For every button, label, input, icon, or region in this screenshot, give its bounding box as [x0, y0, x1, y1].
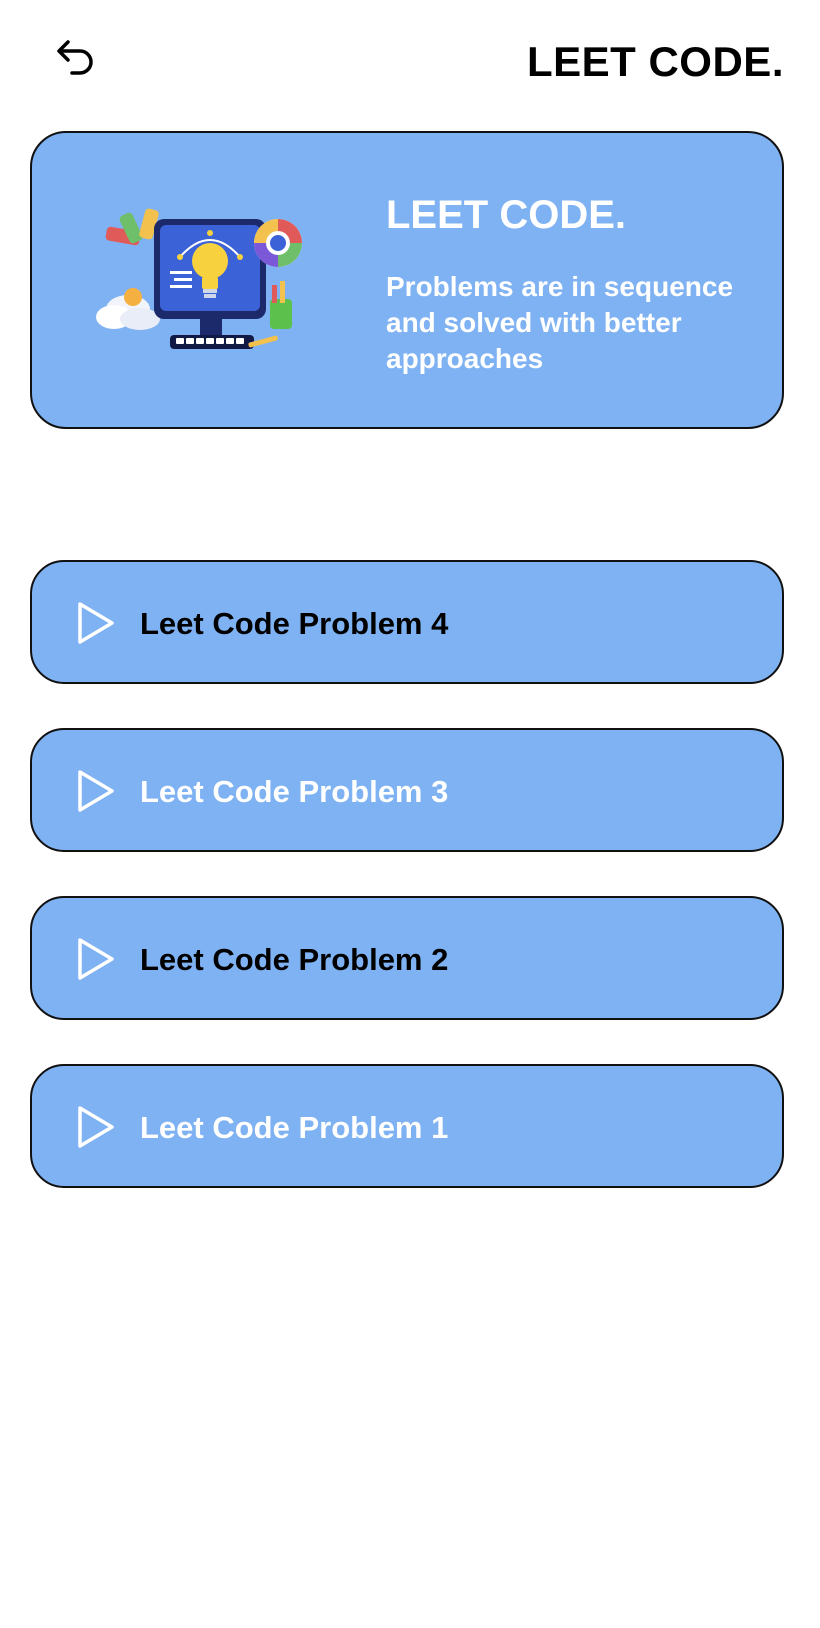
problem-label: Leet Code Problem 3 [140, 774, 449, 809]
page-title: LEET CODE. [526, 38, 784, 85]
problem-list: Leet Code Problem 4 Leet Code Problem 3 … [30, 560, 784, 1232]
problem-item-3[interactable]: Leet Code Problem 3 [30, 728, 784, 852]
hero-title: LEET CODE. [386, 193, 627, 237]
hero-card: LEET CODE. Problems are in sequence and … [30, 131, 784, 429]
top-bar: LEET CODE. [0, 0, 820, 120]
problem-item-1[interactable]: Leet Code Problem 1 [30, 1064, 784, 1188]
problem-item-4[interactable]: Leet Code Problem 4 [30, 560, 784, 684]
play-icon [78, 1106, 114, 1148]
problem-label: Leet Code Problem 4 [140, 606, 449, 641]
computer-design-illustration [96, 208, 302, 349]
play-icon [78, 938, 114, 980]
problem-label: Leet Code Problem 1 [140, 1110, 449, 1145]
problem-label: Leet Code Problem 2 [140, 942, 449, 977]
back-button[interactable] [50, 30, 102, 82]
play-icon [78, 770, 114, 812]
problem-item-2[interactable]: Leet Code Problem 2 [30, 896, 784, 1020]
hero-subtitle: Problems are in sequence and solved with… [386, 271, 734, 374]
undo-arrow-icon [57, 40, 93, 75]
play-icon [78, 602, 114, 644]
